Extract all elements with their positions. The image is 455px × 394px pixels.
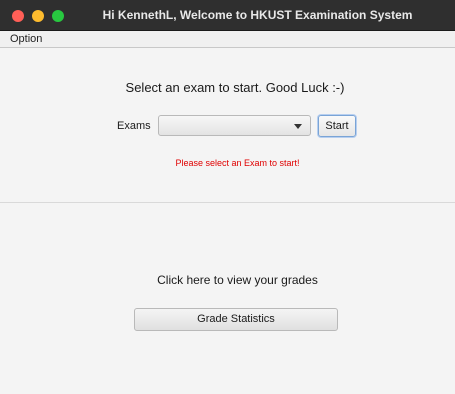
minimize-icon[interactable] xyxy=(32,10,44,22)
exam-select[interactable] xyxy=(158,115,311,136)
error-message: Please select an Exam to start! xyxy=(175,158,300,168)
start-button[interactable]: Start xyxy=(318,115,356,137)
grades-prompt: Click here to view your grades xyxy=(157,273,318,287)
exams-label: Exams xyxy=(117,120,151,132)
title-bar[interactable]: Hi KennethL, Welcome to HKUST Examinatio… xyxy=(0,0,455,31)
menu-option[interactable]: Option xyxy=(8,31,44,47)
grades-panel xyxy=(0,203,455,394)
window-title: Hi KennethL, Welcome to HKUST Examinatio… xyxy=(102,8,413,22)
exam-prompt: Select an exam to start. Good Luck :-) xyxy=(125,80,345,95)
chevron-down-icon xyxy=(294,124,302,129)
grade-statistics-button[interactable]: Grade Statistics xyxy=(134,308,338,331)
close-icon[interactable] xyxy=(12,10,24,22)
menu-bar: Option xyxy=(0,31,455,48)
zoom-icon[interactable] xyxy=(52,10,64,22)
app-window: Hi KennethL, Welcome to HKUST Examinatio… xyxy=(0,0,455,394)
